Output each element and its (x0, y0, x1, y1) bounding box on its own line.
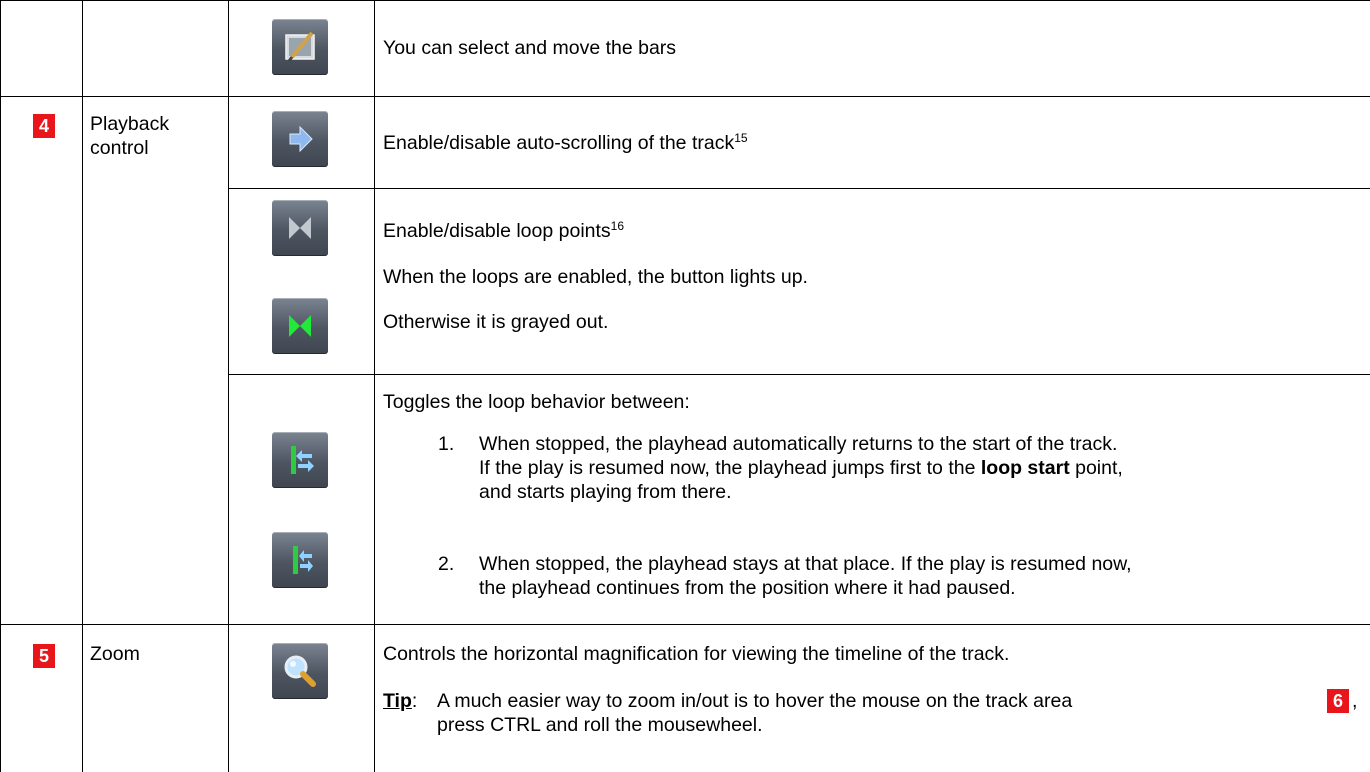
edit-bars-icon (272, 19, 328, 75)
loop-behavior-item2-line2: the playhead continues from the position… (479, 577, 1016, 599)
section-badge-5: 5 (33, 644, 55, 668)
loop-stay-icon (272, 532, 328, 588)
loop-behavior-item1-number: 1. (438, 433, 455, 455)
loop-behavior-item1-line1: When stopped, the playhead automatically… (479, 433, 1118, 455)
section-badge-4: 4 (33, 114, 55, 138)
zoom-tip-comma: , (1352, 690, 1358, 712)
loop-points-off-icon (272, 200, 328, 256)
loop-behavior-item1-line3: and starts playing from there. (479, 481, 732, 503)
track-area-badge-6: 6 (1327, 689, 1349, 713)
loop-behavior-item2-line1: When stopped, the playhead stays at that… (479, 553, 1132, 575)
row-divider-top (0, 0, 1370, 1)
loop-start-bold: loop start (980, 457, 1070, 479)
zoom-description: Controls the horizontal magnification fo… (383, 643, 1010, 665)
autoscroll-description: Enable/disable auto-scrolling of the tra… (383, 131, 748, 154)
zoom-tip-line1: A much easier way to zoom in/out is to h… (437, 690, 1073, 712)
row-divider-2 (228, 188, 1370, 189)
footnote-16: 16 (610, 219, 625, 233)
arrow-right-icon (272, 111, 328, 167)
col-divider-0 (0, 0, 1, 772)
zoom-label: Zoom (90, 643, 140, 665)
col-divider-1 (82, 0, 83, 772)
zoom-tip-line2: press CTRL and roll the mousewheel. (437, 714, 763, 736)
row-divider-1 (0, 96, 1370, 97)
row-divider-3 (228, 374, 1370, 375)
col-divider-3 (374, 0, 375, 772)
col-divider-2 (228, 0, 229, 772)
row-divider-4 (0, 624, 1370, 625)
loop-behavior-item2-number: 2. (438, 553, 455, 575)
loop-behavior-intro: Toggles the loop behavior between: (383, 391, 690, 413)
loop-points-line3: Otherwise it is grayed out. (383, 311, 609, 333)
playback-label-line1: Playback (90, 113, 170, 135)
playback-label-line2: control (90, 137, 149, 159)
footnote-15: 15 (734, 131, 748, 145)
zoom-tip-label: Tip: (383, 690, 418, 712)
zoom-magnifier-icon (272, 643, 328, 699)
loop-return-start-icon (272, 432, 328, 488)
edit-bars-description: You can select and move the bars (383, 37, 677, 59)
loop-points-line2: When the loops are enabled, the button l… (383, 266, 808, 288)
loop-points-description: Enable/disable loop points16 (383, 219, 625, 242)
loop-points-on-icon (272, 298, 328, 354)
loop-behavior-item1-line2: If the play is resumed now, the playhead… (479, 457, 1123, 479)
